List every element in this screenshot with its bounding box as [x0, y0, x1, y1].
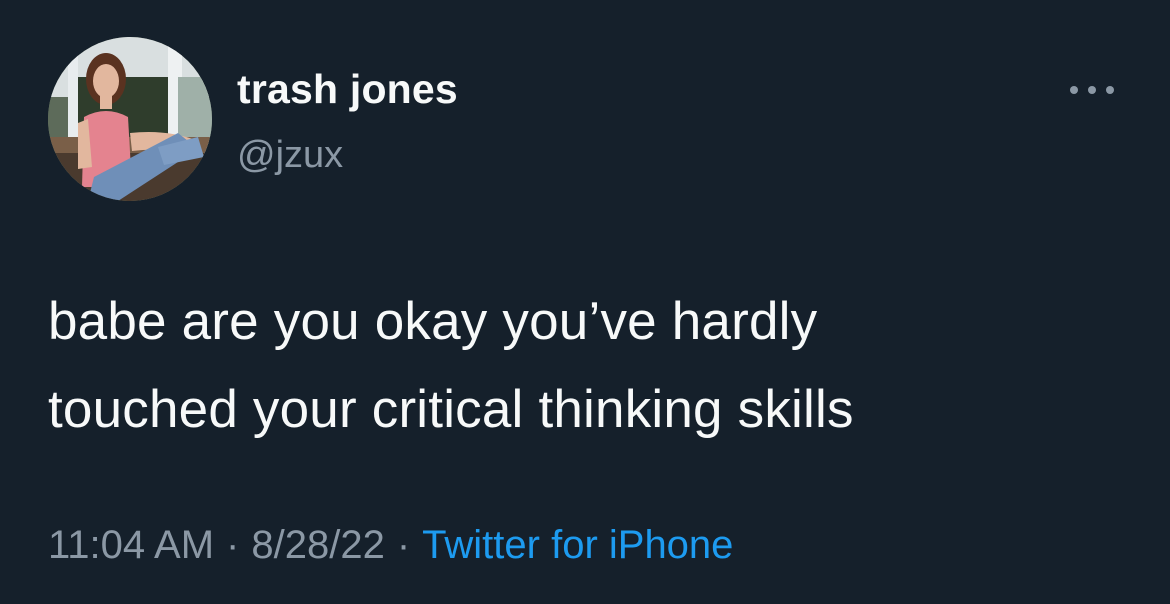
tweet-text: babe are you okay you’ve hardly touched …	[48, 278, 1138, 454]
tweet-source-link[interactable]: Twitter for iPhone	[422, 523, 733, 567]
meta-separator: ·	[226, 523, 240, 567]
dot-icon	[1070, 86, 1078, 94]
tweet-text-line: babe are you okay you’ve hardly	[48, 292, 818, 351]
tweet-date[interactable]: 8/28/22	[251, 523, 384, 567]
tweet-card: trash jones @jzux babe are you okay you’…	[0, 0, 1170, 604]
tweet-time[interactable]: 11:04 AM	[48, 523, 214, 567]
display-name[interactable]: trash jones	[237, 66, 458, 113]
avatar-photo	[48, 37, 212, 201]
dot-icon	[1088, 86, 1096, 94]
dot-icon	[1106, 86, 1114, 94]
tweet-text-line: touched your critical thinking skills	[48, 380, 854, 439]
meta-separator: ·	[396, 523, 411, 567]
tweet-meta: 11:04 AM · 8/28/22 · Twitter for iPhone	[48, 523, 733, 568]
more-options-icon[interactable]	[1066, 76, 1118, 104]
avatar[interactable]	[48, 37, 212, 201]
user-handle[interactable]: @jzux	[237, 134, 343, 177]
